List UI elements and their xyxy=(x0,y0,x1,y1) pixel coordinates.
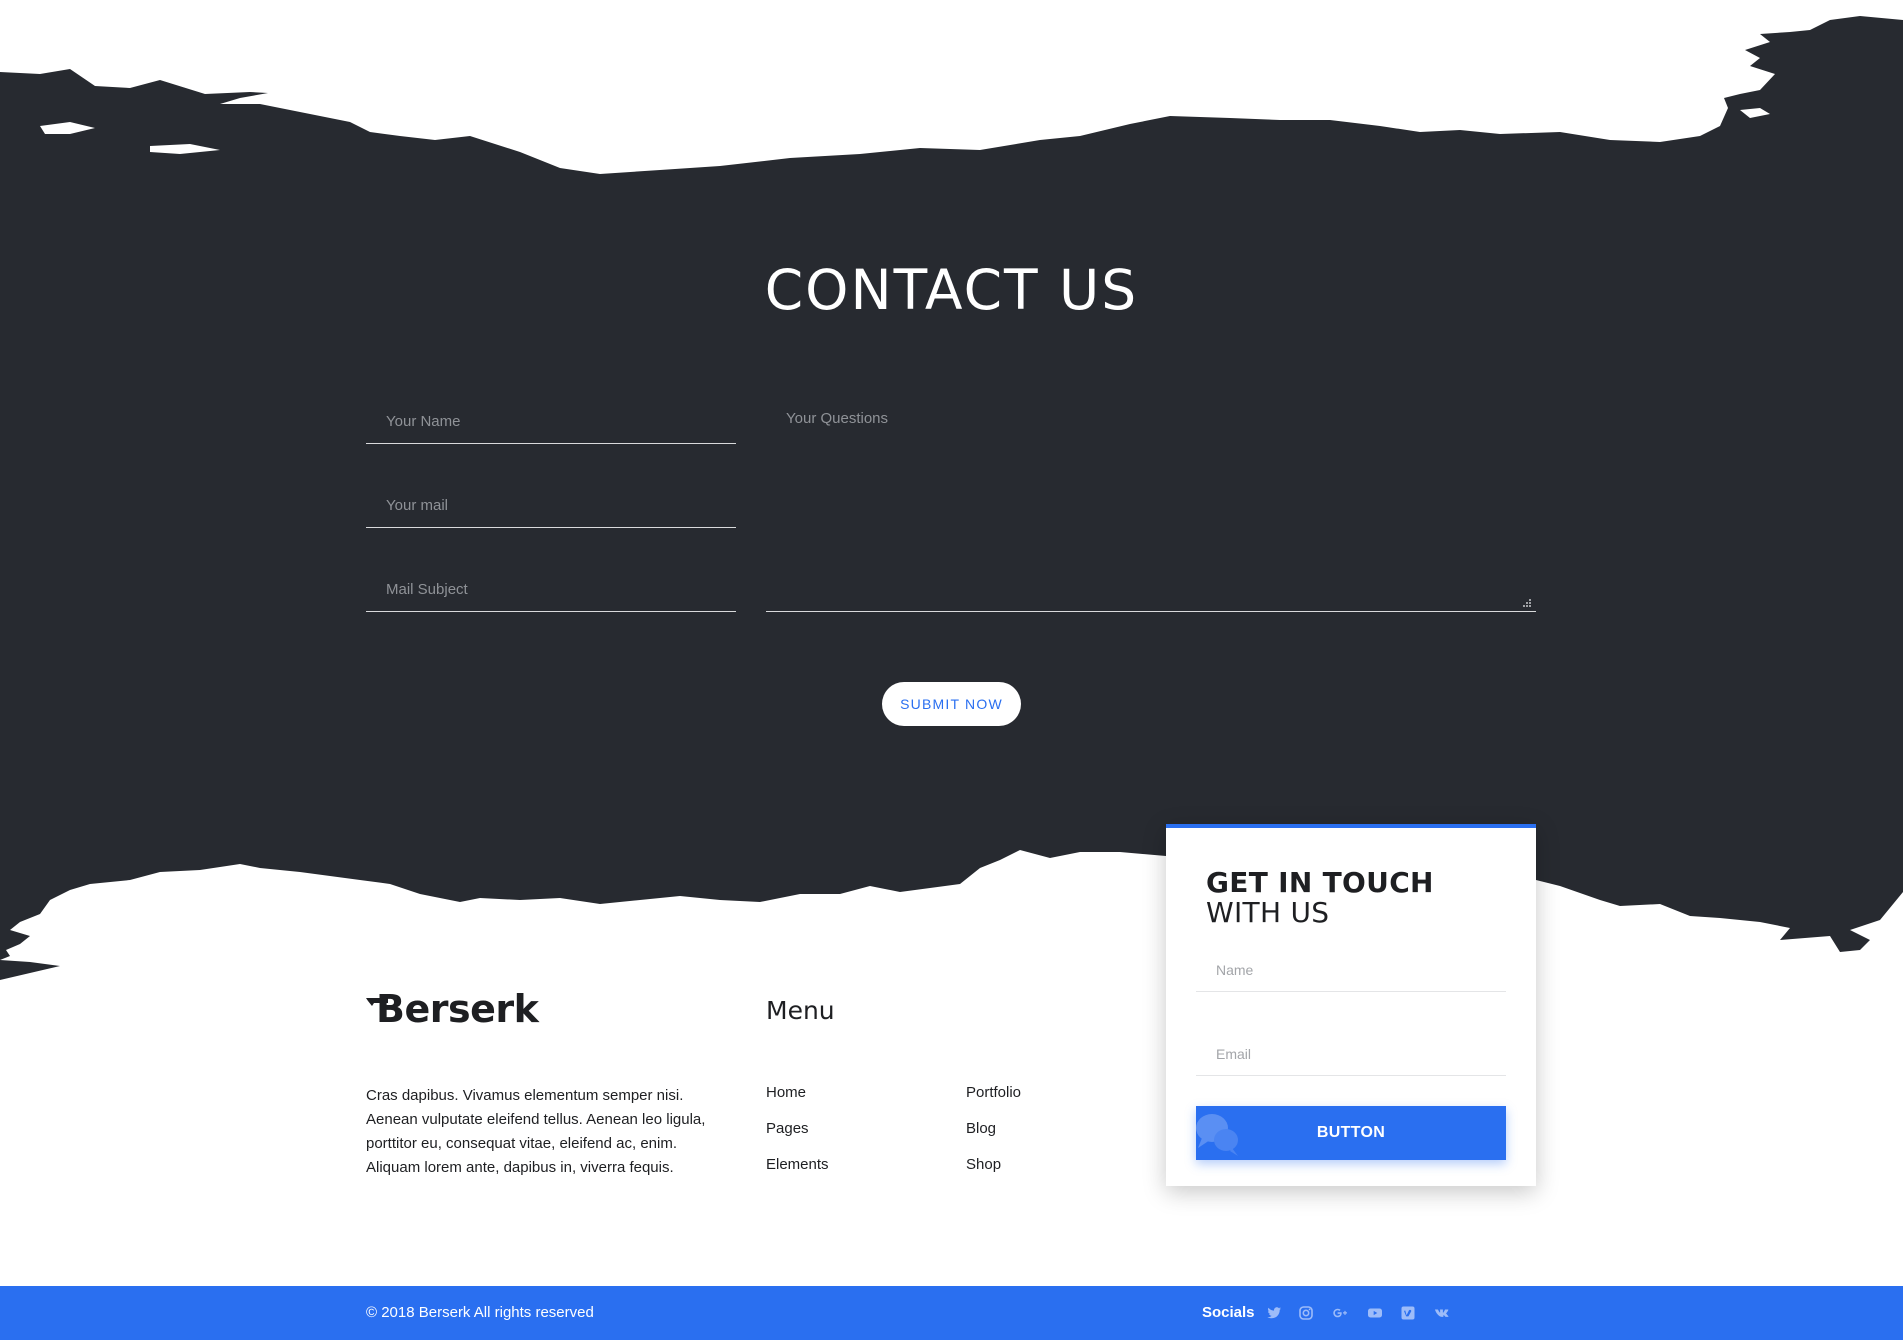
twitter-icon[interactable] xyxy=(1266,1305,1282,1321)
menu-link-portfolio[interactable]: Portfolio xyxy=(966,1084,1021,1101)
menu-link-home[interactable]: Home xyxy=(766,1084,806,1101)
contact-title: CONTACT US xyxy=(764,258,1139,322)
menu-link-elements[interactable]: Elements xyxy=(766,1156,829,1173)
get-in-touch-card: GET IN TOUCH WITH US BUTTON xyxy=(1166,824,1536,1186)
resize-grip-icon[interactable] xyxy=(1522,598,1532,608)
card-email-input[interactable] xyxy=(1196,1032,1506,1076)
menu-title: Menu xyxy=(766,996,835,1025)
card-title-line1: GET IN TOUCH xyxy=(1206,866,1434,899)
brand-logo[interactable]: Berserk xyxy=(366,986,539,1032)
submit-now-button[interactable]: SUBMIT NOW xyxy=(882,682,1021,726)
vk-icon[interactable] xyxy=(1434,1305,1450,1321)
bottom-bar: © 2018 Berserk All rights reserved Socia… xyxy=(0,1286,1903,1340)
card-name-input[interactable] xyxy=(1196,948,1506,992)
card-submit-button[interactable]: BUTTON xyxy=(1196,1106,1506,1160)
your-name-input[interactable] xyxy=(366,400,736,444)
vimeo-icon[interactable] xyxy=(1400,1305,1416,1321)
brand-mark-icon xyxy=(366,998,388,1006)
card-button-label: BUTTON xyxy=(1316,1124,1386,1141)
brand-name: Berserk xyxy=(376,987,539,1031)
menu-link-blog[interactable]: Blog xyxy=(966,1120,996,1137)
your-questions-textarea[interactable] xyxy=(766,406,1536,612)
instagram-icon[interactable] xyxy=(1298,1305,1314,1321)
youtube-icon[interactable] xyxy=(1367,1305,1383,1321)
footer-about-text: Cras dapibus. Vivamus elementum semper n… xyxy=(366,1087,706,1176)
copyright-text: © 2018 Berserk All rights reserved xyxy=(366,1304,594,1321)
your-mail-input[interactable] xyxy=(366,484,736,528)
mail-subject-input[interactable] xyxy=(366,568,736,612)
socials-label: Socials xyxy=(1202,1304,1255,1321)
chat-bubbles-icon xyxy=(1196,1114,1238,1156)
card-title-line2: WITH US xyxy=(1206,896,1330,929)
menu-link-pages[interactable]: Pages xyxy=(766,1120,809,1137)
google-plus-icon[interactable] xyxy=(1332,1305,1348,1321)
menu-link-shop[interactable]: Shop xyxy=(966,1156,1001,1173)
